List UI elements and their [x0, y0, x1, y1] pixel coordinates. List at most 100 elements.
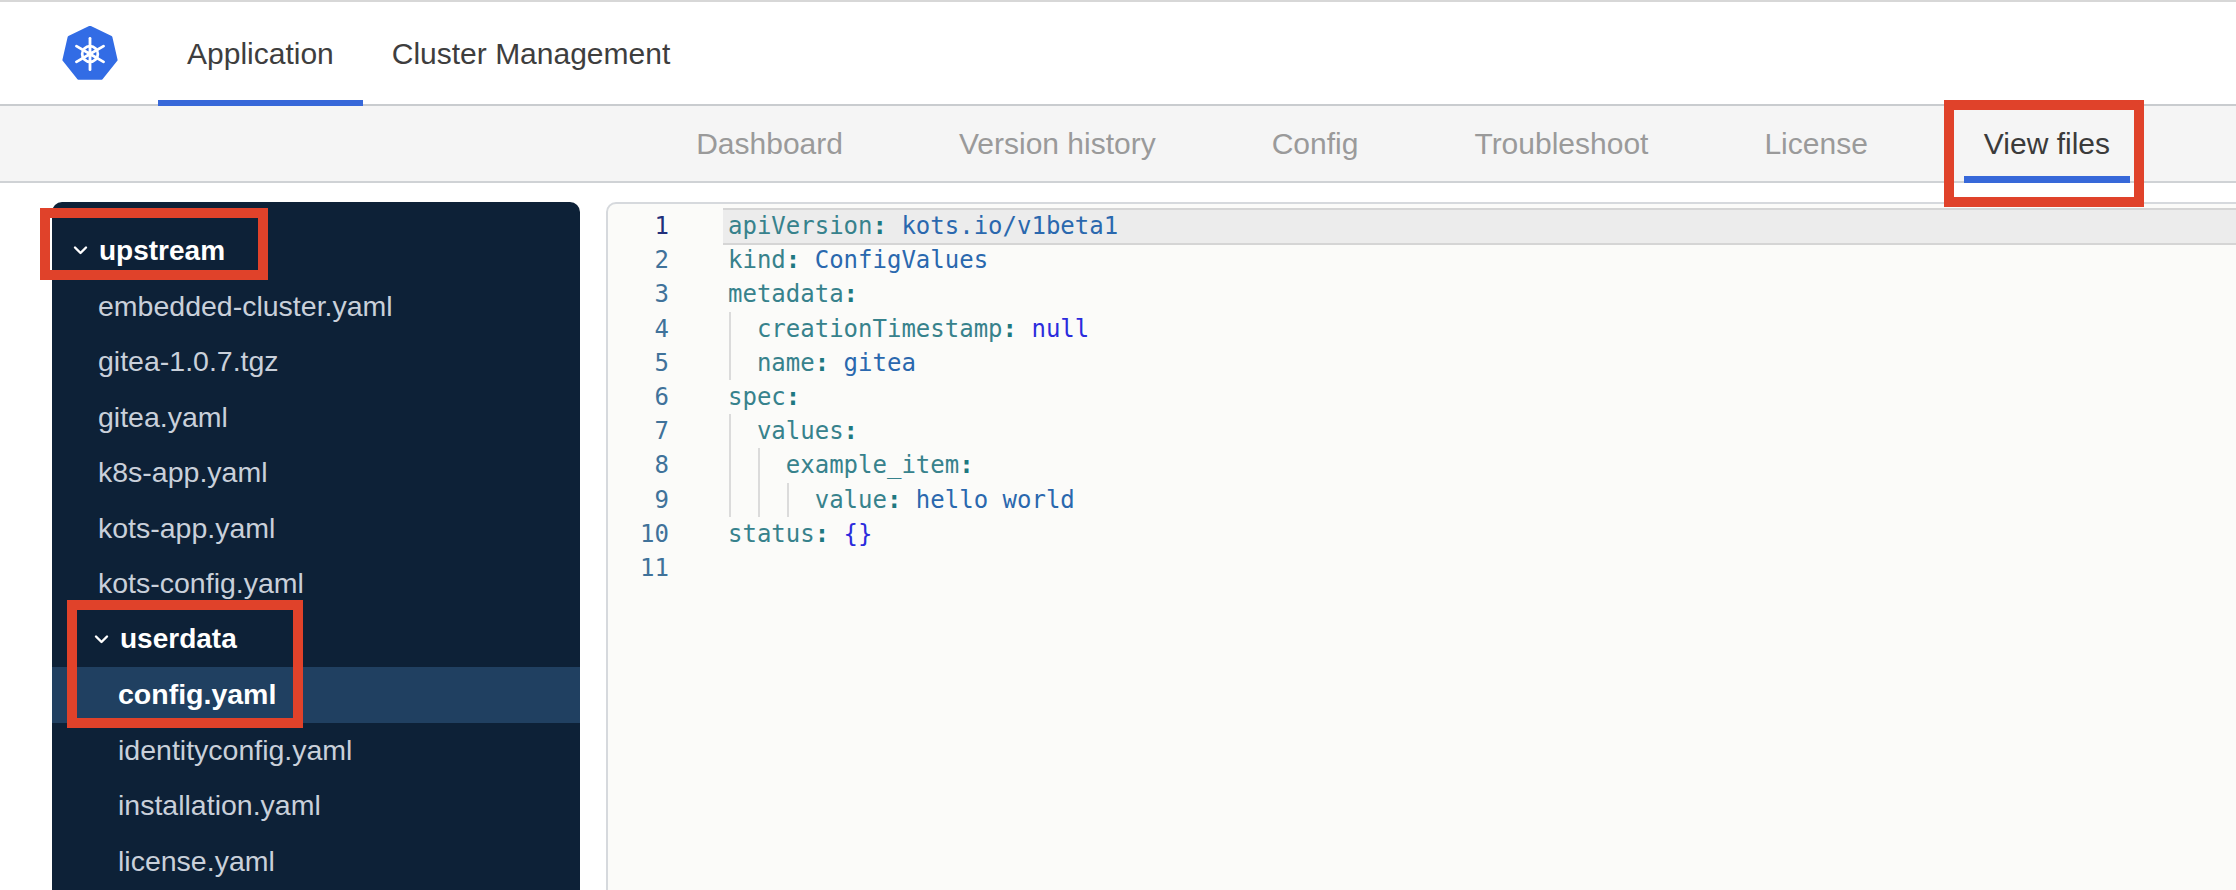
file-license-yaml[interactable]: license.yaml — [52, 834, 580, 890]
indent-guide — [787, 483, 789, 517]
file-installation-yaml[interactable]: installation.yaml — [52, 778, 580, 834]
file-kots-app-yaml[interactable]: kots-app.yaml — [52, 501, 580, 557]
code-line-2: kind: ConfigValues — [728, 243, 2236, 277]
token-colon: : — [959, 451, 973, 479]
nav-tab-config[interactable]: Config — [1252, 106, 1379, 181]
tree-item-label: license.yaml — [118, 845, 275, 878]
nav-tab-label: Dashboard — [696, 127, 843, 161]
line-number: 5 — [608, 346, 669, 380]
token-val: hello world — [901, 486, 1074, 514]
token-colon: : — [873, 212, 887, 240]
token-key: spec — [728, 383, 786, 411]
code-area: apiVersion: kots.io/v1beta1kind: ConfigV… — [728, 204, 2236, 890]
nav-tab-label: Version history — [959, 127, 1156, 161]
line-number: 10 — [608, 517, 669, 551]
file-tree: upstreamembedded-cluster.yamlgitea-1.0.7… — [52, 202, 580, 890]
token-key: name — [757, 349, 815, 377]
token-colon: : — [844, 280, 858, 308]
kots-admin-console: Application Cluster Management Dashboard V… — [0, 0, 2236, 890]
file-identityconfig-yaml[interactable]: identityconfig.yaml — [52, 723, 580, 779]
file-k8s-app-yaml[interactable]: k8s-app.yaml — [52, 445, 580, 501]
nav-tab-dashboard[interactable]: Dashboard — [676, 106, 863, 181]
token-val: gitea — [829, 349, 916, 377]
token-val: kots.io/v1beta1 — [887, 212, 1118, 240]
token-colon: : — [844, 417, 858, 445]
line-number: 1 — [608, 209, 669, 243]
code-line-6: spec: — [728, 380, 2236, 414]
nav-tab-license[interactable]: License — [1744, 106, 1887, 181]
token-colon: : — [815, 520, 829, 548]
indent-guide — [729, 483, 731, 517]
annotation-box-upstream — [40, 208, 268, 280]
annotation-box-userdata-config — [67, 600, 303, 728]
tree-item-label: installation.yaml — [118, 789, 321, 822]
line-number: 11 — [608, 551, 669, 585]
indent-guide — [729, 346, 731, 380]
line-number: 6 — [608, 380, 669, 414]
indent-guide — [729, 312, 731, 346]
token-plain — [728, 486, 815, 514]
code-line-7: values: — [728, 414, 2236, 448]
kubernetes-logo-icon — [62, 26, 118, 82]
tree-item-label: k8s-app.yaml — [98, 456, 267, 489]
nav-tab-label: License — [1764, 127, 1867, 161]
token-kw: {} — [829, 520, 872, 548]
file-embedded-cluster-yaml[interactable]: embedded-cluster.yaml — [52, 279, 580, 335]
code-line-3: metadata: — [728, 277, 2236, 311]
line-number: 7 — [608, 414, 669, 448]
file-gitea-yaml[interactable]: gitea.yaml — [52, 390, 580, 446]
tab-cluster-management[interactable]: Cluster Management — [363, 2, 699, 106]
token-plain — [728, 315, 757, 343]
code-line-5: name: gitea — [728, 346, 2236, 380]
code-line-8: example_item: — [728, 448, 2236, 482]
app-nav: Dashboard Version history Config Troublesho… — [0, 106, 2236, 183]
line-number: 2 — [608, 243, 669, 277]
app-header: Application Cluster Management — [0, 2, 2236, 106]
token-kw: null — [1017, 315, 1089, 343]
tab-label: Application — [187, 37, 334, 71]
line-number: 3 — [608, 277, 669, 311]
code-editor[interactable]: 1234567891011 apiVersion: kots.io/v1beta… — [606, 202, 2236, 890]
token-colon: : — [815, 349, 829, 377]
tree-item-label: kots-config.yaml — [98, 567, 304, 600]
code-line-10: status: {} — [728, 517, 2236, 551]
token-val: ConfigValues — [800, 246, 988, 274]
token-plain — [728, 417, 757, 445]
token-plain — [728, 349, 757, 377]
tree-item-label: kots-app.yaml — [98, 512, 275, 545]
tab-application[interactable]: Application — [158, 2, 363, 106]
tree-item-label: gitea-1.0.7.tgz — [98, 345, 279, 378]
token-key: apiVersion — [728, 212, 873, 240]
token-key: status — [728, 520, 815, 548]
header-tabs: Application Cluster Management — [158, 2, 699, 106]
tree-item-label: gitea.yaml — [98, 401, 228, 434]
token-colon: : — [887, 486, 901, 514]
line-number-gutter: 1234567891011 — [608, 204, 669, 890]
code-line-4: creationTimestamp: null — [728, 312, 2236, 346]
token-colon: : — [786, 246, 800, 274]
token-key: kind — [728, 246, 786, 274]
nav-tab-troubleshoot[interactable]: Troubleshoot — [1454, 106, 1668, 181]
nav-tab-version-history[interactable]: Version history — [939, 106, 1176, 181]
tree-item-label: identityconfig.yaml — [118, 734, 352, 767]
code-line-1: apiVersion: kots.io/v1beta1 — [728, 209, 2236, 243]
line-number: 8 — [608, 448, 669, 482]
token-key: value — [815, 486, 887, 514]
token-colon: : — [1003, 315, 1017, 343]
nav-tab-label: Config — [1272, 127, 1359, 161]
line-number: 4 — [608, 312, 669, 346]
annotation-box-view-files — [1944, 100, 2144, 207]
token-key: example_item — [786, 451, 959, 479]
token-key: values — [757, 417, 844, 445]
indent-guide — [758, 483, 760, 517]
token-key: creationTimestamp — [757, 315, 1003, 343]
indent-guide — [729, 448, 731, 482]
token-colon: : — [786, 383, 800, 411]
line-number: 9 — [608, 483, 669, 517]
token-plain — [728, 451, 786, 479]
nav-tab-label: Troubleshoot — [1474, 127, 1648, 161]
tree-item-label: embedded-cluster.yaml — [98, 290, 393, 323]
file-gitea-1-0-7-tgz[interactable]: gitea-1.0.7.tgz — [52, 334, 580, 390]
indent-guide — [729, 414, 731, 448]
token-key: metadata — [728, 280, 844, 308]
